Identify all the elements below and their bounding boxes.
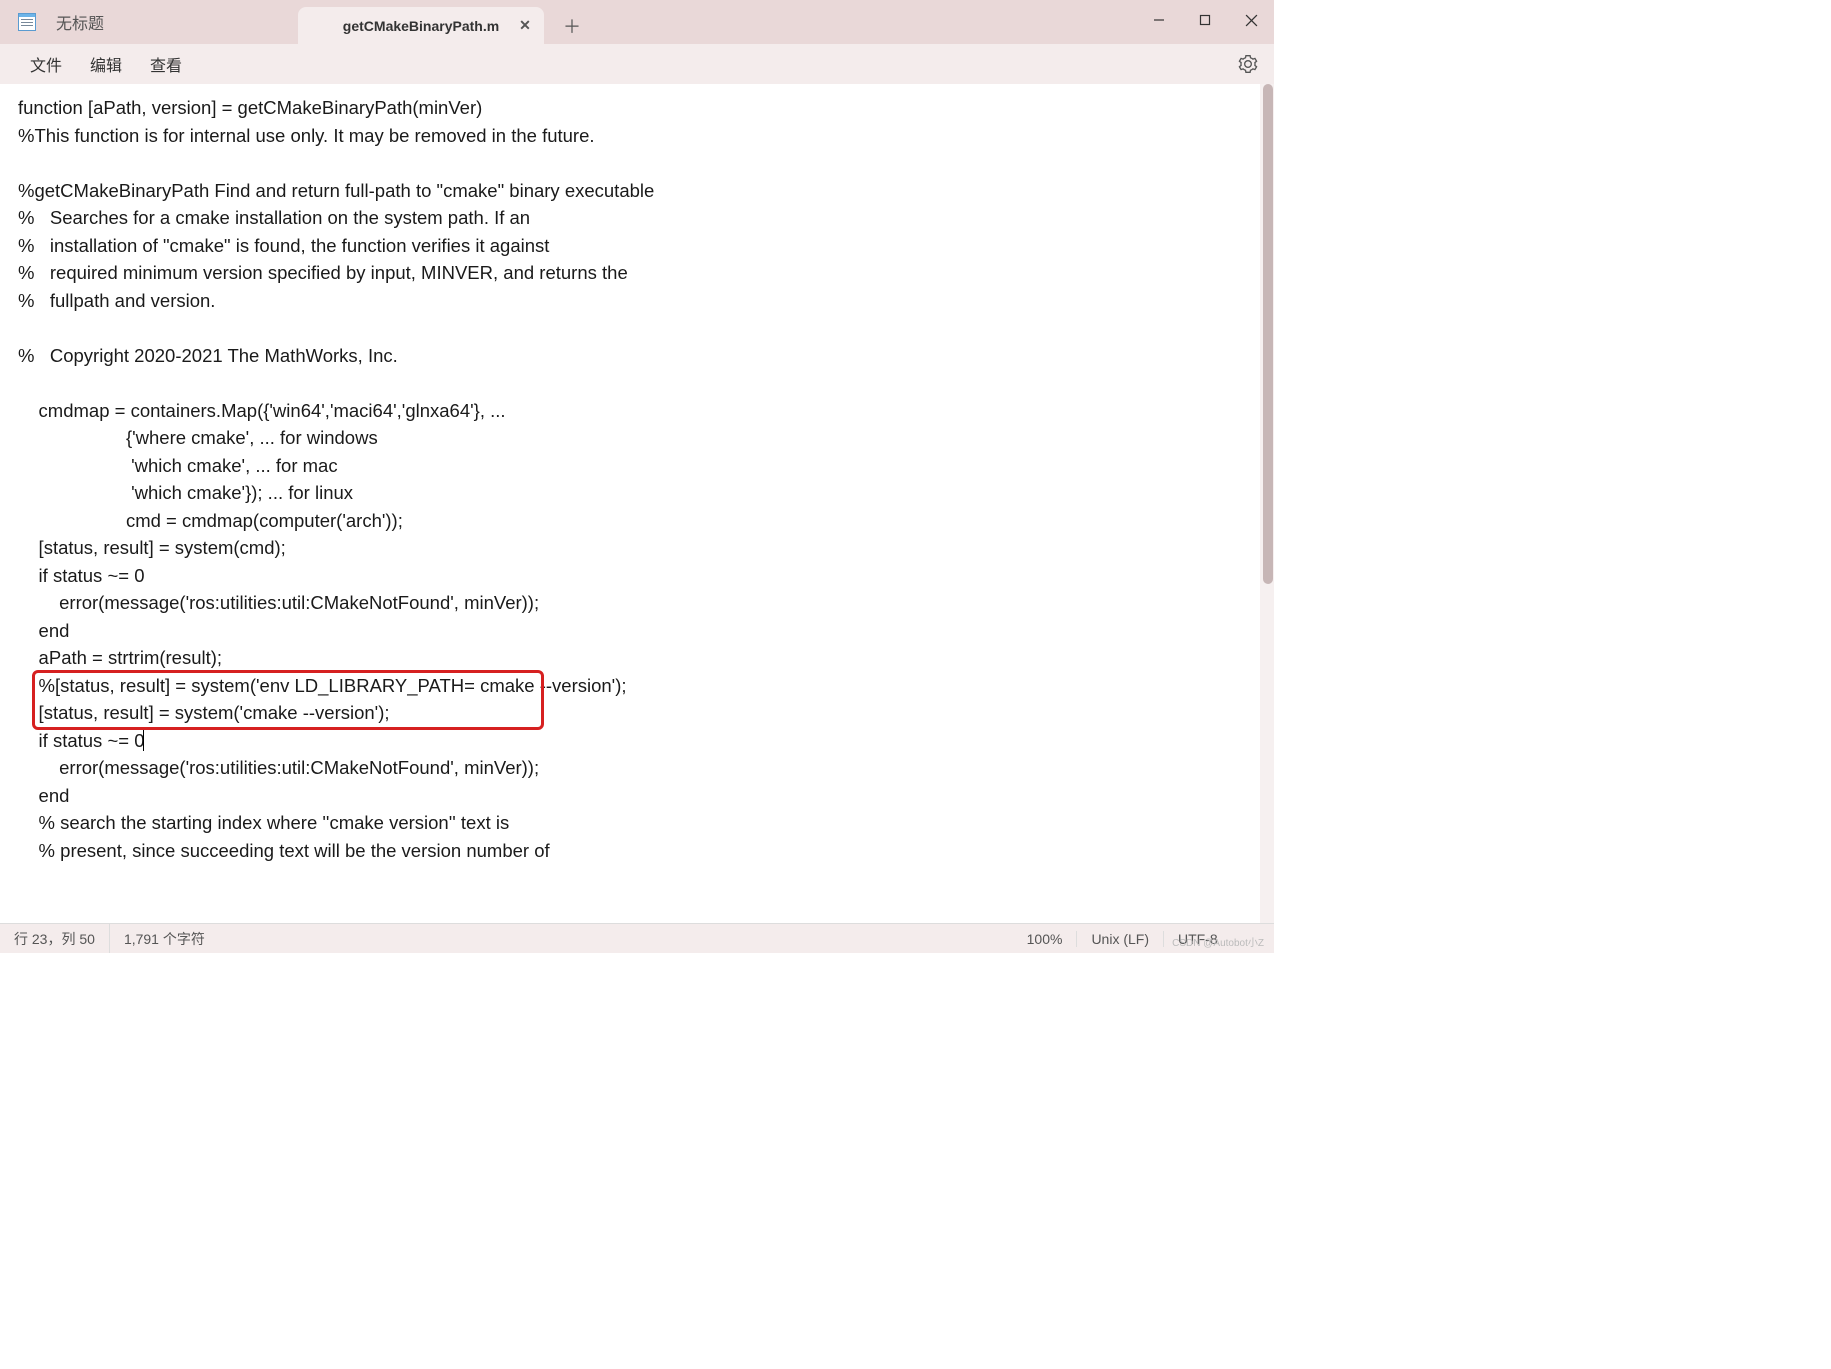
tab-label: getCMakeBinaryPath.m — [343, 18, 499, 34]
gear-icon — [1238, 54, 1258, 74]
code-line: %This function is for internal use only.… — [18, 125, 595, 146]
code-line: 'which cmake'}); ... for linux — [18, 482, 353, 503]
code-line: error(message('ros:utilities:util:CMakeN… — [18, 757, 539, 778]
window-title-untitled: 无标题 — [56, 10, 104, 34]
maximize-icon — [1199, 14, 1211, 26]
code-line: if status ~= 0 — [18, 730, 144, 751]
statusbar: 行 23，列 50 1,791 个字符 100% Unix (LF) UTF-8 — [0, 923, 1274, 953]
notepad-app-icon — [18, 13, 36, 31]
status-zoom[interactable]: 100% — [1013, 931, 1078, 947]
close-button[interactable] — [1228, 0, 1274, 40]
code-line: % fullpath and version. — [18, 290, 215, 311]
menu-view[interactable]: 查看 — [136, 48, 196, 80]
close-icon — [1245, 14, 1258, 27]
scrollbar-thumb[interactable] — [1263, 84, 1273, 584]
code-line: cmdmap = containers.Map({'win64','maci64… — [18, 400, 506, 421]
minimize-icon — [1153, 14, 1165, 26]
tab-close-icon[interactable]: ✕ — [516, 17, 534, 35]
code-line: % required minimum version specified by … — [18, 262, 628, 283]
status-lineend[interactable]: Unix (LF) — [1077, 931, 1164, 947]
minimize-button[interactable] — [1136, 0, 1182, 40]
code-line: end — [18, 785, 69, 806]
new-tab-button[interactable]: ＋ — [552, 7, 592, 44]
menubar: 文件 编辑 查看 — [0, 44, 1274, 84]
code-line: % search the starting index where ''cmak… — [18, 812, 509, 833]
code-line: % Searches for a cmake installation on t… — [18, 207, 530, 228]
tab-active[interactable]: getCMakeBinaryPath.m ✕ — [298, 7, 544, 44]
scrollbar-track[interactable] — [1260, 84, 1274, 923]
menu-file[interactable]: 文件 — [16, 48, 76, 80]
code-line: % installation of "cmake" is found, the … — [18, 235, 549, 256]
code-line: 'which cmake', ... for mac — [18, 455, 338, 476]
watermark: CSDN @Autobot小Z — [1172, 934, 1264, 949]
code-line: {'where cmake', ... for windows — [18, 427, 378, 448]
code-line: [status, result] = system('cmake --versi… — [18, 702, 390, 723]
settings-button[interactable] — [1238, 54, 1258, 74]
window-controls — [1136, 0, 1274, 40]
code-line: % present, since succeeding text will be… — [18, 840, 550, 861]
maximize-button[interactable] — [1182, 0, 1228, 40]
tabs-area: getCMakeBinaryPath.m ✕ ＋ — [298, 0, 592, 44]
code-line: % Copyright 2020-2021 The MathWorks, Inc… — [18, 345, 398, 366]
code-line: %[status, result] = system('env LD_LIBRA… — [18, 675, 627, 696]
code-line: if status ~= 0 — [18, 565, 144, 586]
code-line: aPath = strtrim(result); — [18, 647, 222, 668]
code-line: end — [18, 620, 69, 641]
code-line: cmd = cmdmap(computer('arch')); — [18, 510, 403, 531]
titlebar: 无标题 getCMakeBinaryPath.m ✕ ＋ — [0, 0, 1274, 44]
menu-edit[interactable]: 编辑 — [76, 48, 136, 80]
code-line: error(message('ros:utilities:util:CMakeN… — [18, 592, 539, 613]
status-charcount: 1,791 个字符 — [110, 924, 219, 953]
code-line: function [aPath, version] = getCMakeBina… — [18, 97, 482, 118]
code-line: %getCMakeBinaryPath Find and return full… — [18, 180, 654, 201]
editor-content[interactable]: function [aPath, version] = getCMakeBina… — [0, 84, 1274, 908]
status-position: 行 23，列 50 — [0, 924, 110, 953]
code-line: [status, result] = system(cmd); — [18, 537, 286, 558]
